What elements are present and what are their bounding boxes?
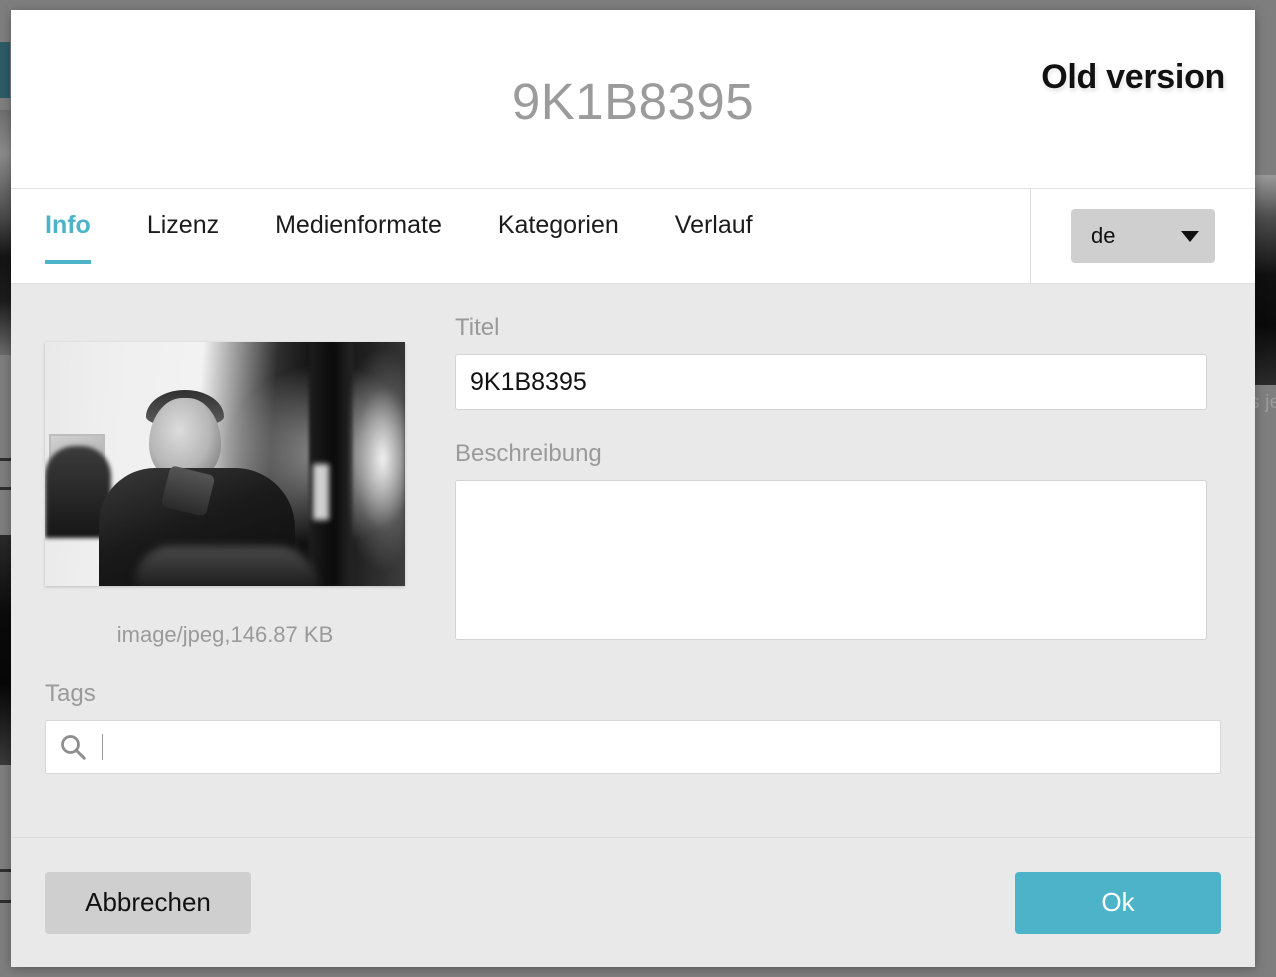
thumbnail-detail-foreground	[135, 546, 317, 586]
thumbnail-detail-highlight	[313, 464, 329, 520]
tab-bar: Info Lizenz Medienformate Kategorien Ver…	[11, 189, 1255, 284]
background-divider-3	[0, 869, 11, 872]
tags-field-block: Tags	[45, 680, 1221, 774]
title-label: Titel	[455, 314, 500, 341]
dialog-footer: Abbrechen Ok	[11, 837, 1255, 967]
tags-label: Tags	[45, 680, 96, 707]
cancel-button[interactable]: Abbrechen	[45, 871, 251, 934]
ok-button[interactable]: Ok	[1015, 871, 1221, 934]
tab-verlauf[interactable]: Verlauf	[675, 211, 753, 264]
background-divider-2	[0, 487, 11, 490]
text-cursor	[102, 734, 103, 760]
dialog-header: 9K1B8395 Old version	[11, 10, 1255, 189]
chevron-down-icon	[1181, 230, 1199, 242]
title-field-block: Titel	[455, 314, 1207, 410]
background-thumbnail-left-upper	[0, 110, 11, 355]
search-icon	[61, 735, 86, 760]
background-divider-4	[0, 900, 11, 903]
description-field-block: Beschreibung	[455, 440, 1207, 645]
title-input[interactable]	[455, 354, 1207, 410]
file-meta: image/jpeg,146.87 KB	[116, 622, 334, 647]
language-select[interactable]: de	[1071, 209, 1215, 263]
language-select-container: de	[1030, 189, 1255, 283]
background-divider-1	[0, 458, 11, 461]
dialog-body: image/jpeg,146.87 KB Titel Beschreibung …	[11, 284, 1255, 837]
tab-kategorien[interactable]: Kategorien	[498, 211, 619, 264]
tags-input[interactable]	[45, 720, 1221, 774]
tab-lizenz[interactable]: Lizenz	[147, 211, 219, 264]
old-version-badge: Old version	[1041, 58, 1225, 96]
description-label: Beschreibung	[455, 440, 602, 467]
preview-column: image/jpeg,146.87 KB	[45, 314, 455, 648]
form-column: Titel Beschreibung	[455, 314, 1221, 648]
background-thumbnail-left-lower	[0, 535, 11, 765]
media-detail-dialog: 9K1B8395 Old version Info Lizenz Medienf…	[11, 10, 1255, 967]
media-thumbnail[interactable]	[45, 342, 405, 586]
tab-info[interactable]: Info	[45, 211, 91, 264]
language-select-value: de	[1091, 223, 1116, 248]
tab-list: Info Lizenz Medienformate Kategorien Ver…	[11, 189, 1030, 283]
background-teal-bar	[0, 42, 10, 98]
tab-medienformate[interactable]: Medienformate	[275, 211, 442, 264]
description-textarea[interactable]	[455, 480, 1207, 640]
thumbnail-detail-glow	[349, 342, 405, 586]
